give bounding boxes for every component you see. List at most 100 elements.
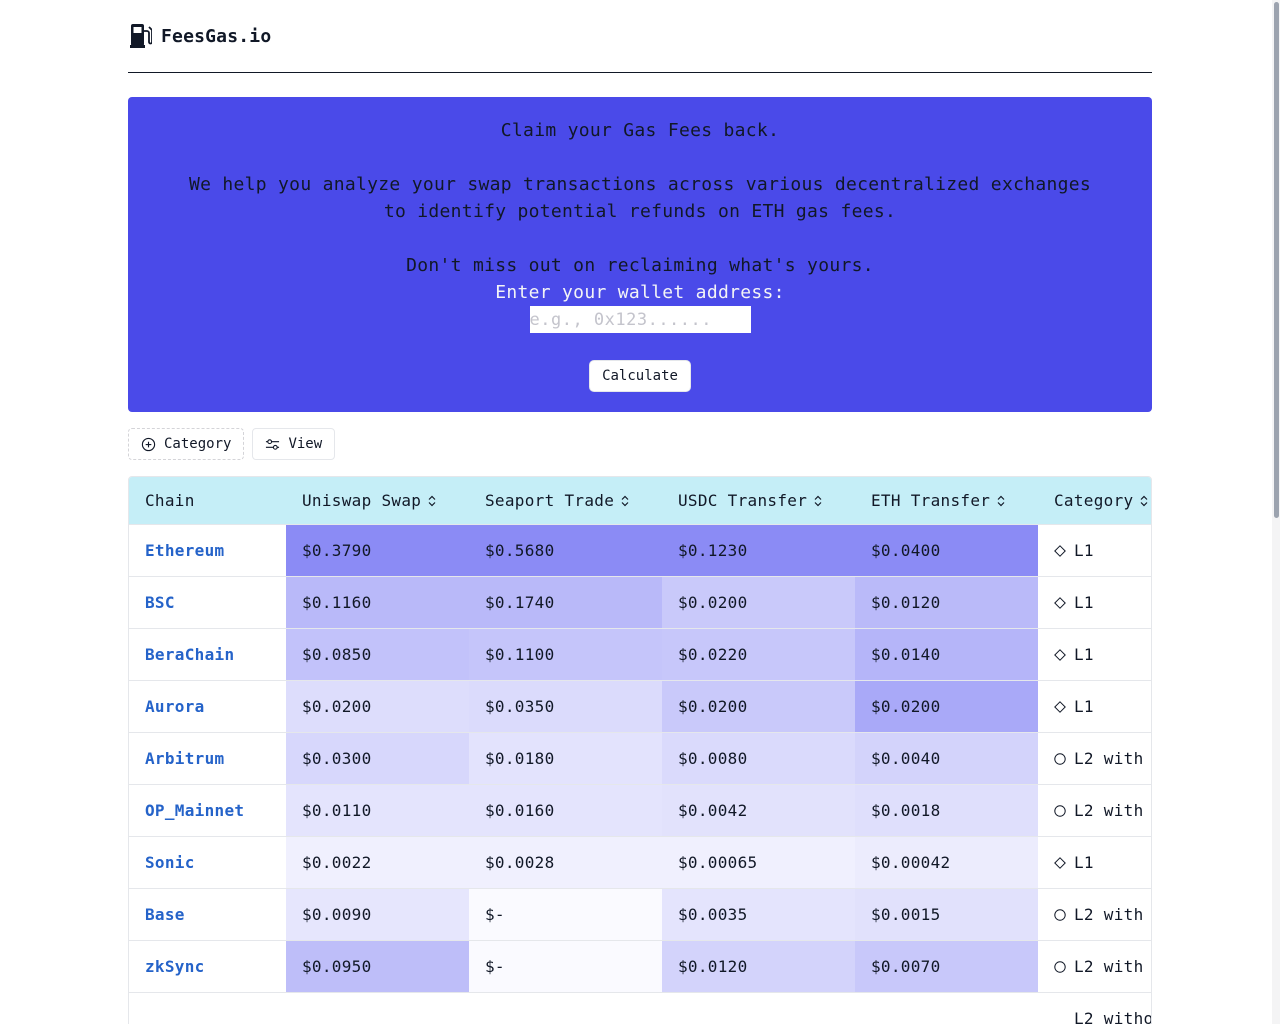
table-row: zkSync $0.0950 $- $0.0120 $0.0070 L2 wit…	[129, 940, 1151, 992]
eth-cell: $0.0140	[855, 628, 1038, 680]
wallet-address-input[interactable]	[529, 306, 751, 333]
chain-cell: Aurora	[129, 680, 286, 732]
eth-cell: $0.0120	[855, 576, 1038, 628]
uniswap-cell: $0.0200	[286, 680, 469, 732]
eth-cell: $0.0015	[855, 888, 1038, 940]
chain-link[interactable]: Base	[145, 905, 185, 924]
usdc-cell: $0.0200	[662, 576, 855, 628]
category-filter-button[interactable]: Category	[128, 428, 245, 460]
chain-link[interactable]: OP_Mainnet	[145, 801, 244, 820]
usdc-cell: $0.0080	[662, 732, 855, 784]
table-row: BeraChain $0.0850 $0.1100 $0.0220 $0.014…	[129, 628, 1151, 680]
seaport-cell: $0.1100	[469, 628, 662, 680]
eth-cell: $0.0070	[855, 940, 1038, 992]
uniswap-cell	[286, 992, 469, 1024]
chain-link[interactable]: BSC	[145, 593, 175, 612]
table-toolbar: Category View	[128, 428, 1152, 460]
seaport-cell: $0.0028	[469, 836, 662, 888]
eth-cell: $0.00042	[855, 836, 1038, 888]
hero-banner: Claim your Gas Fees back. We help you an…	[128, 97, 1152, 412]
table-row: BSC $0.1160 $0.1740 $0.0200 $0.0120 L1	[129, 576, 1151, 628]
wallet-input-label: Enter your wallet address:	[495, 282, 785, 303]
category-cell: L2 with	[1038, 732, 1151, 784]
chain-cell: Ethereum	[129, 524, 286, 576]
table-row: OP_Mainnet $0.0110 $0.0160 $0.0042 $0.00…	[129, 784, 1151, 836]
chain-cell: zkSync	[129, 940, 286, 992]
diamond-icon	[1054, 648, 1066, 661]
sort-icon[interactable]	[996, 495, 1006, 507]
table-row: Ethereum $0.3790 $0.5680 $0.1230 $0.0400…	[129, 524, 1151, 576]
eth-cell	[855, 992, 1038, 1024]
category-cell: L2 with	[1038, 888, 1151, 940]
brand-link[interactable]: FeesGas.io	[161, 26, 271, 47]
circle-icon	[1054, 960, 1066, 973]
category-cell: L2 with	[1038, 940, 1151, 992]
usdc-cell	[662, 992, 855, 1024]
sort-icon[interactable]	[427, 495, 437, 507]
hero-headline: Claim your Gas Fees back.	[500, 120, 780, 141]
category-cell: L1	[1038, 836, 1151, 888]
calculate-button[interactable]: Calculate	[589, 360, 691, 392]
chain-link[interactable]: Arbitrum	[145, 749, 224, 768]
seaport-cell: $0.1740	[469, 576, 662, 628]
view-options-button[interactable]: View	[252, 428, 336, 460]
column-header-uniswap-swap[interactable]: Uniswap Swap	[286, 477, 469, 524]
scrollbar-thumb[interactable]	[1274, 2, 1279, 518]
chain-link[interactable]: Sonic	[145, 853, 195, 872]
sort-icon[interactable]	[1139, 495, 1149, 507]
category-cell: L1	[1038, 576, 1151, 628]
plus-circle-icon	[141, 437, 156, 451]
uniswap-cell: $0.0850	[286, 628, 469, 680]
category-cell: L1	[1038, 524, 1151, 576]
category-cell: L1	[1038, 628, 1151, 680]
usdc-cell: $0.0200	[662, 680, 855, 732]
table-row: Sonic $0.0022 $0.0028 $0.00065 $0.00042 …	[129, 836, 1151, 888]
site-header: FeesGas.io	[128, 0, 1152, 73]
seaport-cell: $0.0160	[469, 784, 662, 836]
sliders-icon	[266, 438, 280, 450]
table-header-row: Chain Uniswap Swap Seaport Trade USDC Tr…	[129, 477, 1151, 524]
diamond-icon	[1054, 856, 1066, 869]
category-cell: L2 with	[1038, 784, 1151, 836]
category-cell: L2 witho	[1074, 1008, 1152, 1024]
seaport-cell: $0.0350	[469, 680, 662, 732]
seaport-cell: $0.0180	[469, 732, 662, 784]
chain-link[interactable]: Aurora	[145, 697, 205, 716]
sort-icon[interactable]	[620, 495, 630, 507]
hero-description: We help you analyze your swap transactio…	[188, 174, 1092, 222]
chain-link[interactable]: Ethereum	[145, 541, 224, 560]
seaport-cell	[469, 992, 662, 1024]
gas-fee-table-container[interactable]: Chain Uniswap Swap Seaport Trade USDC Tr…	[128, 476, 1152, 1024]
chain-cell: BSC	[129, 576, 286, 628]
sort-icon[interactable]	[813, 495, 823, 507]
chain-link[interactable]: zkSync	[145, 957, 205, 976]
column-header-chain[interactable]: Chain	[129, 477, 286, 524]
column-header-usdc-transfer[interactable]: USDC Transfer	[662, 477, 855, 524]
column-header-seaport-trade[interactable]: Seaport Trade	[469, 477, 662, 524]
seaport-cell: $-	[469, 940, 662, 992]
uniswap-cell: $0.0950	[286, 940, 469, 992]
column-header-category[interactable]: Category	[1038, 477, 1151, 524]
page-scrollbar[interactable]	[1272, 0, 1280, 1024]
column-header-eth-transfer[interactable]: ETH Transfer	[855, 477, 1038, 524]
seaport-cell: $0.5680	[469, 524, 662, 576]
chain-link[interactable]: BeraChain	[145, 645, 234, 664]
eth-cell: $0.0200	[855, 680, 1038, 732]
eth-cell: $0.0018	[855, 784, 1038, 836]
uniswap-cell: $0.0022	[286, 836, 469, 888]
usdc-cell: $0.00065	[662, 836, 855, 888]
uniswap-cell: $0.0090	[286, 888, 469, 940]
hero-cta: Don't miss out on reclaiming what's your…	[406, 255, 874, 276]
uniswap-cell: $0.3790	[286, 524, 469, 576]
circle-icon	[1054, 908, 1066, 921]
table-row: Arbitrum $0.0300 $0.0180 $0.0080 $0.0040…	[129, 732, 1151, 784]
view-options-label: View	[288, 436, 323, 452]
gas-fee-table: Chain Uniswap Swap Seaport Trade USDC Tr…	[129, 477, 1152, 1024]
gas-pump-icon	[130, 24, 152, 48]
seaport-cell: $-	[469, 888, 662, 940]
chain-cell	[129, 992, 286, 1024]
chain-cell: Arbitrum	[129, 732, 286, 784]
page-container: FeesGas.io Claim your Gas Fees back. We …	[128, 0, 1152, 1024]
eth-cell: $0.0400	[855, 524, 1038, 576]
table-row-partial: L2 witho	[129, 992, 1152, 1024]
